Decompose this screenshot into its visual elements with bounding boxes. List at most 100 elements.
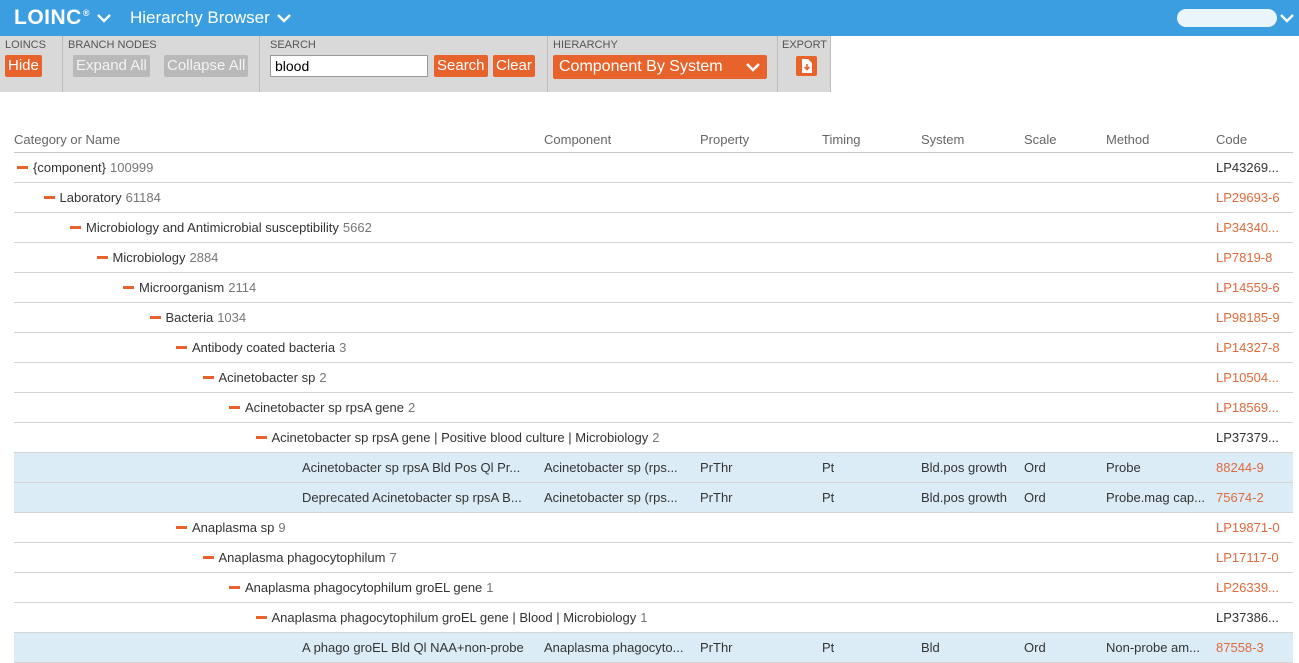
table-row-branch[interactable]: Bacteria 1034 LP98185-9: [14, 303, 1293, 333]
table-row-branch[interactable]: Microbiology 2884 LP7819-8: [14, 243, 1293, 273]
download-file-icon: [802, 59, 812, 73]
chevron-down-icon: [276, 10, 292, 26]
collapse-minus-icon[interactable]: [202, 556, 214, 560]
table-row-loinc[interactable]: Deprecated Acinetobacter sp rpsA B... Aci…: [14, 483, 1293, 513]
column-header-component[interactable]: Component: [544, 132, 611, 147]
branch-name-cell: Acinetobacter sp 2: [202, 370, 327, 385]
branch-name: Anaplasma sp: [192, 520, 275, 535]
table-row-branch[interactable]: Antibody coated bacteria 3 LP14327-8: [14, 333, 1293, 363]
column-header-property[interactable]: Property: [700, 132, 749, 147]
branch-name-cell: Anaplasma sp 9: [176, 520, 286, 535]
code-link[interactable]: 87558-3: [1216, 640, 1264, 655]
timing-cell: Pt: [822, 640, 835, 655]
code-link[interactable]: 75674-2: [1216, 490, 1264, 505]
table-row-branch[interactable]: Acinetobacter sp rpsA gene | Positive bl…: [14, 423, 1293, 453]
code-link[interactable]: LP19871-0: [1216, 520, 1280, 535]
clear-button[interactable]: Clear: [493, 55, 535, 77]
column-header-scale[interactable]: Scale: [1024, 132, 1057, 147]
table-row-branch[interactable]: Anaplasma phagocytophilum 7 LP17117-0: [14, 543, 1293, 573]
branch-name: Bacteria: [165, 310, 214, 325]
branch-name: Acinetobacter sp rpsA gene | Positive bl…: [271, 430, 649, 445]
branch-name-cell: Bacteria 1034: [149, 310, 246, 325]
property-cell: PrThr: [700, 490, 733, 505]
code-link[interactable]: 88244-9: [1216, 460, 1264, 475]
collapse-minus-icon[interactable]: [149, 316, 161, 320]
branch-name-cell: Antibody coated bacteria 3: [176, 340, 346, 355]
branch-count: 2: [408, 400, 416, 415]
code-link[interactable]: LP29693-6: [1216, 190, 1280, 205]
table-row-branch[interactable]: Acinetobacter sp 2 LP10504...: [14, 363, 1293, 393]
export-button[interactable]: [796, 56, 817, 76]
table-row-branch[interactable]: Laboratory 61184 LP29693-6: [14, 183, 1293, 213]
code-link[interactable]: LP26339...: [1216, 580, 1279, 595]
branch-count: 2: [652, 430, 660, 445]
column-header-name[interactable]: Category or Name: [14, 132, 120, 147]
collapse-minus-icon[interactable]: [255, 616, 267, 620]
code-link[interactable]: LP14559-6: [1216, 280, 1280, 295]
export-group: EXPORT: [778, 36, 831, 92]
branch-name-cell: {component} 100999: [17, 160, 153, 175]
code-link[interactable]: LP18569...: [1216, 400, 1279, 415]
collapse-minus-icon[interactable]: [176, 526, 187, 530]
branch-name-cell: Acinetobacter sp rpsA gene 2: [229, 400, 415, 415]
method-cell: Non-probe am...: [1106, 640, 1200, 655]
component-cell: Acinetobacter sp (rps...: [544, 490, 678, 505]
code-text: LP43269...: [1216, 160, 1279, 175]
column-header-system[interactable]: System: [921, 132, 964, 147]
expand-all-button[interactable]: Expand All: [73, 55, 150, 77]
user-menu-chevron-icon[interactable]: [1279, 10, 1295, 26]
branch-count: 9: [278, 520, 286, 535]
code-link[interactable]: LP17117-0: [1216, 550, 1279, 565]
chevron-down-icon: [96, 10, 112, 26]
table-row-branch[interactable]: {component} 100999 LP43269...: [14, 153, 1293, 183]
collapse-minus-icon[interactable]: [123, 286, 134, 290]
scale-cell: Ord: [1024, 640, 1046, 655]
collapse-minus-icon[interactable]: [17, 166, 28, 170]
branch-count: 7: [389, 550, 397, 565]
timing-cell: Pt: [822, 460, 835, 475]
user-account-pill[interactable]: [1177, 9, 1277, 27]
collapse-minus-icon[interactable]: [229, 586, 240, 590]
hide-button[interactable]: Hide: [5, 55, 42, 77]
table-row-branch[interactable]: Anaplasma phagocytophilum groEL gene 1 LP2…: [14, 573, 1293, 603]
code-link[interactable]: LP14327-8: [1216, 340, 1280, 355]
search-label: SEARCH: [270, 39, 316, 51]
top-nav-bar: LOINC ® Hierarchy Browser: [0, 0, 1299, 36]
loinc-logo-menu[interactable]: LOINC ®: [14, 6, 112, 30]
table-row-loinc[interactable]: A phago groEL Bld Ql NAA+non-probe Anapla…: [14, 633, 1293, 663]
branch-count: 1: [640, 610, 648, 625]
table-row-branch[interactable]: Microbiology and Antimicrobial susceptib…: [14, 213, 1293, 243]
column-header-code[interactable]: Code: [1216, 132, 1247, 147]
search-input[interactable]: [270, 55, 428, 77]
column-header-timing[interactable]: Timing: [822, 132, 861, 147]
column-header-method[interactable]: Method: [1106, 132, 1149, 147]
branch-name: Anaplasma phagocytophilum groEL gene | B…: [271, 610, 637, 625]
table-row-branch[interactable]: Anaplasma sp 9 LP19871-0: [14, 513, 1293, 543]
collapse-minus-icon[interactable]: [176, 346, 187, 350]
property-cell: PrThr: [700, 640, 733, 655]
code-link[interactable]: LP98185-9: [1216, 310, 1280, 325]
collapse-minus-icon[interactable]: [255, 436, 267, 440]
scale-cell: Ord: [1024, 460, 1046, 475]
branch-name-cell: Anaplasma phagocytophilum 7: [202, 550, 397, 565]
collapse-minus-icon[interactable]: [202, 376, 214, 380]
code-link[interactable]: LP7819-8: [1216, 250, 1272, 265]
table-row-branch[interactable]: Microorganism 2114 LP14559-6: [14, 273, 1293, 303]
branch-name: Anaplasma phagocytophilum groEL gene: [245, 580, 483, 595]
table-header: Category or Name Component Property Timi…: [14, 124, 1293, 153]
collapse-all-button[interactable]: Collapse All: [164, 55, 249, 77]
hierarchy-select[interactable]: Component By System: [553, 55, 767, 79]
collapse-minus-icon[interactable]: [229, 406, 240, 410]
collapse-minus-icon[interactable]: [96, 256, 108, 260]
table-row-branch[interactable]: Anaplasma phagocytophilum groEL gene | B…: [14, 603, 1293, 633]
hierarchy-selected-value: Component By System: [559, 58, 723, 75]
code-link[interactable]: LP10504...: [1216, 370, 1279, 385]
code-link[interactable]: LP34340...: [1216, 220, 1279, 235]
system-cell: Bld.pos growth: [921, 490, 1007, 505]
table-row-branch[interactable]: Acinetobacter sp rpsA gene 2 LP18569...: [14, 393, 1293, 423]
app-title-menu[interactable]: Hierarchy Browser: [130, 8, 292, 28]
collapse-minus-icon[interactable]: [70, 226, 81, 230]
search-button[interactable]: Search: [434, 55, 488, 77]
collapse-minus-icon[interactable]: [43, 196, 55, 200]
table-row-loinc[interactable]: Acinetobacter sp rpsA Bld Pos Ql Pr... Ac…: [14, 453, 1293, 483]
